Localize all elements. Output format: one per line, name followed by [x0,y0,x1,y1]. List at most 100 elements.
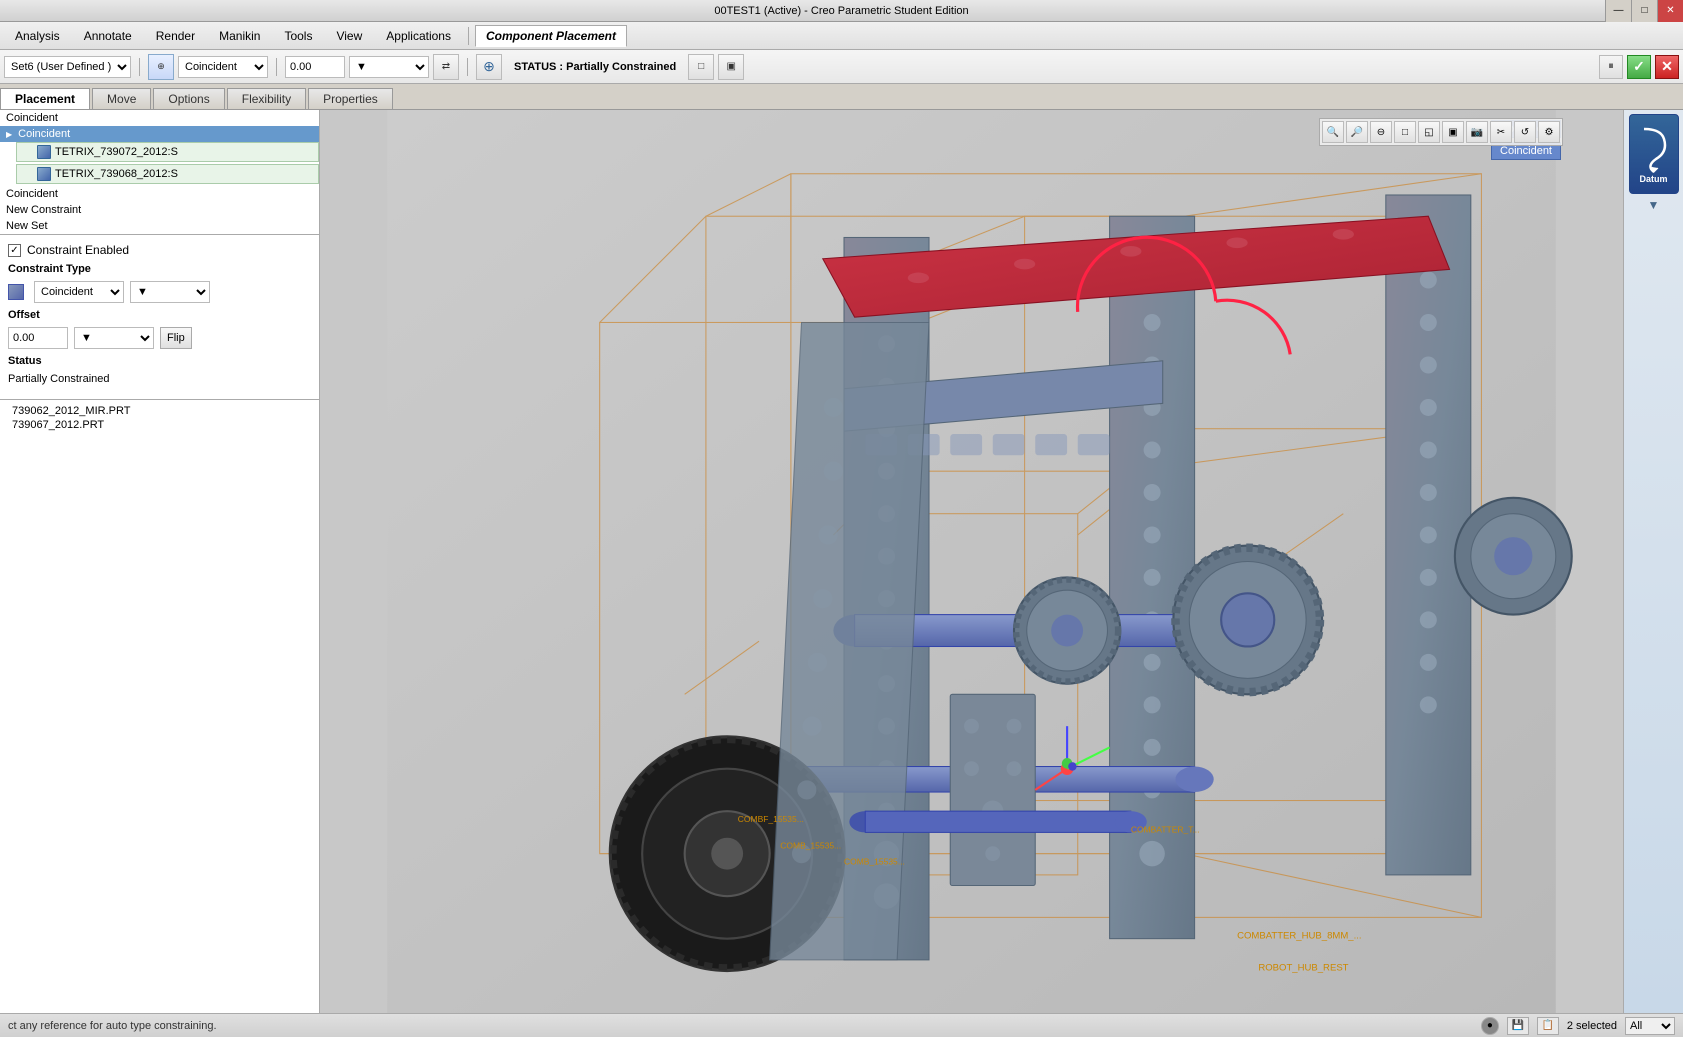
constraint-item-1[interactable]: Coincident [0,110,319,126]
offset-input[interactable] [285,56,345,78]
constraint-icon-btn[interactable]: ⊕ [148,54,174,80]
vp-btn-section[interactable]: ▣ [1442,121,1464,143]
svg-text:COMBF_15535...: COMBF_15535... [738,814,804,824]
status-right-area: ● 💾 📋 2 selected All [1481,1017,1675,1035]
vp-btn-cut[interactable]: ✂ [1490,121,1512,143]
vp-btn-camera[interactable]: 📷 [1466,121,1488,143]
vp-btn-view-3d[interactable]: ◱ [1418,121,1440,143]
type-select-row: Coincident ▼ [8,281,311,303]
constraint-item-2[interactable]: ▶ Coincident [0,126,319,142]
offset-detail-input[interactable] [8,327,68,349]
enabled-row: ✓ Constraint Enabled [8,243,311,257]
3d-viewport[interactable]: 🔍 🔎 ⊖ □ ◱ ▣ 📷 ✂ ↺ ⚙ Coincident Coinciden… [320,110,1623,1013]
sep3 [467,58,468,76]
tab-move[interactable]: Move [92,88,151,109]
constraint-label-2: Coincident [18,128,70,140]
svg-text:COMB_15535...: COMB_15535... [844,856,905,866]
vp-btn-rotate[interactable]: ↺ [1514,121,1536,143]
tab-options[interactable]: Options [153,88,224,109]
status-copy-btn[interactable]: 📋 [1537,1017,1559,1035]
ref-item-2[interactable]: 739067_2012.PRT [6,418,313,432]
menu-render[interactable]: Render [145,25,206,47]
svg-text:COMBATTER_HUB_8MM_...: COMBATTER_HUB_8MM_... [1237,931,1361,942]
tab-component-placement[interactable]: Component Placement [475,25,627,47]
status-detail-label: Status [8,355,98,367]
enabled-checkbox[interactable]: ✓ [8,244,21,257]
menu-manikin[interactable]: Manikin [208,25,271,47]
part-icon-1 [37,145,51,159]
svg-text:COMBATTER_T...: COMBATTER_T... [1131,824,1200,834]
pause-button[interactable]: ⏸ [1599,55,1623,79]
part-item-1[interactable]: TETRIX_739072_2012:S [16,142,319,162]
sep2 [276,58,277,76]
offset-detail-unit[interactable]: ▼ [74,327,154,349]
type-dropdown[interactable]: Coincident [34,281,124,303]
menu-analysis[interactable]: Analysis [4,25,71,47]
constraint-sub-list: TETRIX_739072_2012:S TETRIX_739068_2012:… [0,142,319,184]
type-icon [8,284,24,300]
menu-tools[interactable]: Tools [273,25,323,47]
status-label: STATUS : Partially Constrained [506,61,684,73]
status-message: ct any reference for auto type constrain… [8,1020,1675,1032]
part-label-1: TETRIX_739072_2012:S [55,146,178,158]
offset-row: Offset [8,309,311,321]
main-content: Coincident ▶ Coincident TETRIX_739072_20… [0,110,1683,1013]
placement-tabs: Placement Move Options Flexibility Prope… [0,84,1683,110]
status-save-btn[interactable]: 💾 [1507,1017,1529,1035]
new-set-item[interactable]: New Set [0,218,319,234]
type-label: Constraint Type [8,263,98,275]
vp-btn-settings[interactable]: ⚙ [1538,121,1560,143]
menu-separator [468,27,469,45]
3d-model: COMBATTER_HUB_8MM_... COMBATTER_T... ROB… [320,110,1623,1013]
constraint-label-1: Coincident [6,112,58,124]
menu-annotate[interactable]: Annotate [73,25,143,47]
status-circle-btn[interactable]: ● [1481,1017,1499,1035]
flip-icon-btn[interactable]: ⇄ [433,54,459,80]
tab-properties[interactable]: Properties [308,88,393,109]
constraint-label-3: Coincident [6,188,58,200]
status-detail-value: Partially Constrained [8,373,110,385]
right-panel: Datum ▼ [1623,110,1683,1013]
status-bar: ct any reference for auto type constrain… [0,1013,1683,1037]
maximize-button[interactable]: □ [1631,0,1657,22]
placement-icon-btn[interactable]: ⊕ [476,54,502,80]
constraint-type-dropdown[interactable]: Coincident [178,56,268,78]
minimize-button[interactable]: — [1605,0,1631,22]
enabled-label: Constraint Enabled [27,243,129,257]
ok-button[interactable]: ✓ [1627,55,1651,79]
svg-text:COMB_15535...: COMB_15535... [780,840,841,850]
vp-btn-zoom-in[interactable]: 🔎 [1346,121,1368,143]
tab-flexibility[interactable]: Flexibility [227,88,306,109]
close-button[interactable]: ✕ [1657,0,1683,22]
part-icon-2 [37,167,51,181]
tab-placement[interactable]: Placement [0,88,90,109]
title-bar: 00TEST1 (Active) - Creo Parametric Stude… [0,0,1683,22]
new-constraint-item[interactable]: New Constraint [0,202,319,218]
set-dropdown[interactable]: Set6 (User Defined ) [4,56,131,78]
datum-expand-btn[interactable]: ▼ [1648,198,1660,212]
datum-label: Datum [1639,174,1667,184]
view-mode-btn1[interactable]: □ [688,54,714,80]
vp-btn-zoom-out[interactable]: ⊖ [1370,121,1392,143]
window-title: 00TEST1 (Active) - Creo Parametric Stude… [714,5,968,17]
ref-item-1[interactable]: 739062_2012_MIR.PRT [6,404,313,418]
constraint-details: ✓ Constraint Enabled Constraint Type Coi… [0,235,319,400]
menu-view[interactable]: View [325,25,373,47]
offset-unit-dropdown[interactable]: ▼ [349,56,429,78]
offset-input-row: ▼ Flip [8,327,311,349]
constraint-item-3[interactable]: Coincident [0,186,319,202]
cancel-button[interactable]: ✕ [1655,55,1679,79]
new-set-label: New Set [6,220,48,232]
part-item-2[interactable]: TETRIX_739068_2012:S [16,164,319,184]
bottom-references: 739062_2012_MIR.PRT 739067_2012.PRT [0,400,319,436]
menu-applications[interactable]: Applications [375,25,462,47]
selected-count: 2 selected [1567,1020,1617,1032]
vp-btn-zoom-fit[interactable]: 🔍 [1322,121,1344,143]
view-mode-btn2[interactable]: ▣ [718,54,744,80]
new-constraint-label: New Constraint [6,204,81,216]
datum-icon-panel[interactable]: Datum [1629,114,1679,194]
type-arrow-dropdown[interactable]: ▼ [130,281,210,303]
flip-button[interactable]: Flip [160,327,192,349]
filter-dropdown[interactable]: All [1625,1017,1675,1035]
vp-btn-view-normal[interactable]: □ [1394,121,1416,143]
